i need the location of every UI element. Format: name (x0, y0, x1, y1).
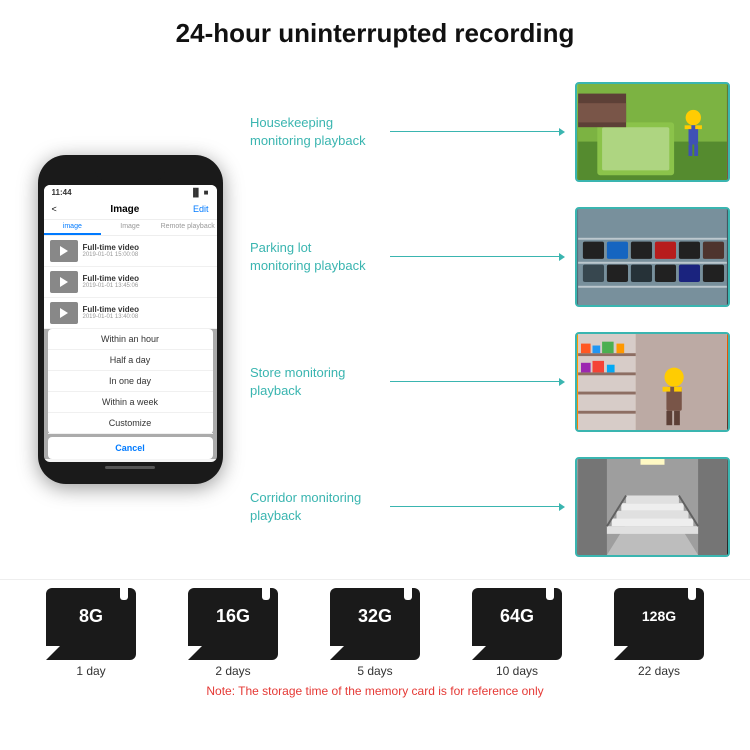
phone-tabs: image Image Remote playback (44, 220, 217, 236)
arrow-housekeeping (390, 131, 565, 133)
arrow-parking (390, 256, 565, 258)
video-item-2[interactable]: Full-time video 2019-01-01 13:45:06 (44, 267, 217, 298)
dropdown-item-5[interactable]: Customize (48, 413, 213, 434)
monitoring-row-store: Store monitoringplayback (250, 332, 730, 432)
page-header: 24-hour uninterrupted recording (0, 0, 750, 59)
sd-card-notch-8g (120, 588, 128, 600)
video-thumb-1 (50, 240, 78, 262)
monitoring-photo-corridor (575, 457, 730, 557)
phone-nav-edit[interactable]: Edit (193, 204, 209, 214)
monitoring-label-text-housekeeping: Housekeepingmonitoring playback (250, 115, 366, 148)
dropdown-item-2[interactable]: Half a day (48, 350, 213, 371)
sd-card-size-32g: 32G (358, 606, 392, 627)
sd-label-128g: 22 days (638, 664, 680, 678)
dropdown-item-3[interactable]: In one day (48, 371, 213, 392)
arrow-store (390, 381, 565, 383)
sd-card-size-16g: 16G (216, 606, 250, 627)
sd-card-64g: 64G (472, 588, 562, 660)
phone-tab-image[interactable]: image (44, 220, 102, 235)
sd-card-notch-32g (404, 588, 412, 600)
sd-card-notch-16g (262, 588, 270, 600)
phone-body: 11:44 ▐▌ ■ < Image Edit image Image Remo… (38, 155, 223, 484)
arrow-corridor (390, 506, 565, 508)
video-thumb-3 (50, 302, 78, 324)
main-content: 11:44 ▐▌ ■ < Image Edit image Image Remo… (0, 59, 750, 579)
sd-label-16g: 2 days (215, 664, 250, 678)
video-item-3[interactable]: Full-time video 2019-01-01 13:40:08 (44, 298, 217, 329)
sd-card-item-32g: 32G 5 days (330, 588, 420, 678)
video-thumb-2 (50, 271, 78, 293)
phone-home-line (105, 466, 155, 469)
sd-card-128g: 128G (614, 588, 704, 660)
phone-mockup: 11:44 ▐▌ ■ < Image Edit image Image Remo… (20, 59, 240, 579)
sd-cards-row: 8G 1 day 16G 2 days 32G 5 days 64G (20, 588, 730, 678)
sd-card-item-64g: 64G 10 days (472, 588, 562, 678)
phone-tab-image2[interactable]: Image (101, 220, 159, 235)
phone-nav-bar: < Image Edit (44, 200, 217, 220)
video-date-1: 2019-01-01 15:00:08 (83, 252, 211, 258)
right-panel: Housekeepingmonitoring playback (240, 59, 730, 579)
sd-card-item-16g: 16G 2 days (188, 588, 278, 678)
phone-home-bar (44, 462, 217, 474)
sd-card-item-128g: 128G 22 days (614, 588, 704, 678)
monitoring-label-housekeeping: Housekeepingmonitoring playback (250, 114, 380, 150)
monitoring-label-text-store: Store monitoringplayback (250, 365, 345, 398)
sd-card-notch-128g (688, 588, 696, 600)
monitoring-row-housekeeping: Housekeepingmonitoring playback (250, 82, 730, 182)
sd-card-size-8g: 8G (79, 606, 103, 627)
sd-label-64g: 10 days (496, 664, 538, 678)
monitoring-row-corridor: Corridor monitoringplayback (250, 457, 730, 557)
phone-screen: 11:44 ▐▌ ■ < Image Edit image Image Remo… (44, 185, 217, 462)
note-text: Note: The storage time of the memory car… (20, 684, 730, 698)
video-date-2: 2019-01-01 13:45:06 (83, 283, 211, 289)
sd-card-size-128g: 128G (642, 608, 676, 624)
video-title-2: Full-time video (83, 274, 211, 283)
dropdown-item-4[interactable]: Within a week (48, 392, 213, 413)
sd-card-size-64g: 64G (500, 606, 534, 627)
monitoring-photo-parking (575, 207, 730, 307)
video-title-1: Full-time video (83, 243, 211, 252)
monitoring-row-parking: Parking lotmonitoring playback (250, 207, 730, 307)
dropdown-menu: Within an hour Half a day In one day Wit… (48, 329, 213, 434)
phone-nav-back[interactable]: < (52, 204, 57, 214)
sd-card-item-8g: 8G 1 day (46, 588, 136, 678)
video-item-1[interactable]: Full-time video 2019-01-01 15:00:08 (44, 236, 217, 267)
dropdown-item-1[interactable]: Within an hour (48, 329, 213, 350)
phone-status-bar: 11:44 ▐▌ ■ (44, 185, 217, 200)
sd-label-32g: 5 days (357, 664, 392, 678)
monitoring-photo-housekeeping (575, 82, 730, 182)
monitoring-label-parking: Parking lotmonitoring playback (250, 239, 380, 275)
monitoring-label-text-corridor: Corridor monitoringplayback (250, 490, 361, 523)
monitoring-label-text-parking: Parking lotmonitoring playback (250, 240, 366, 273)
monitoring-label-store: Store monitoringplayback (250, 364, 380, 400)
sd-card-notch-64g (546, 588, 554, 600)
phone-tab-remote[interactable]: Remote playback (159, 220, 217, 235)
phone-time: 11:44 (52, 188, 72, 197)
phone-notch (95, 165, 165, 181)
sd-card-8g: 8G (46, 588, 136, 660)
monitoring-label-corridor: Corridor monitoringplayback (250, 489, 380, 525)
sd-card-32g: 32G (330, 588, 420, 660)
video-date-3: 2019-01-01 13:40:08 (83, 314, 211, 320)
page-title: 24-hour uninterrupted recording (20, 18, 730, 49)
video-title-3: Full-time video (83, 305, 211, 314)
dropdown-cancel-button[interactable]: Cancel (48, 437, 213, 459)
monitoring-photo-store (575, 332, 730, 432)
bottom-section: 8G 1 day 16G 2 days 32G 5 days 64G (0, 579, 750, 710)
phone-nav-title: Image (110, 204, 139, 215)
sd-card-16g: 16G (188, 588, 278, 660)
dropdown-overlay: Within an hour Half a day In one day Wit… (44, 329, 217, 459)
sd-label-8g: 1 day (76, 664, 105, 678)
phone-signal: ▐▌ ■ (190, 188, 208, 197)
